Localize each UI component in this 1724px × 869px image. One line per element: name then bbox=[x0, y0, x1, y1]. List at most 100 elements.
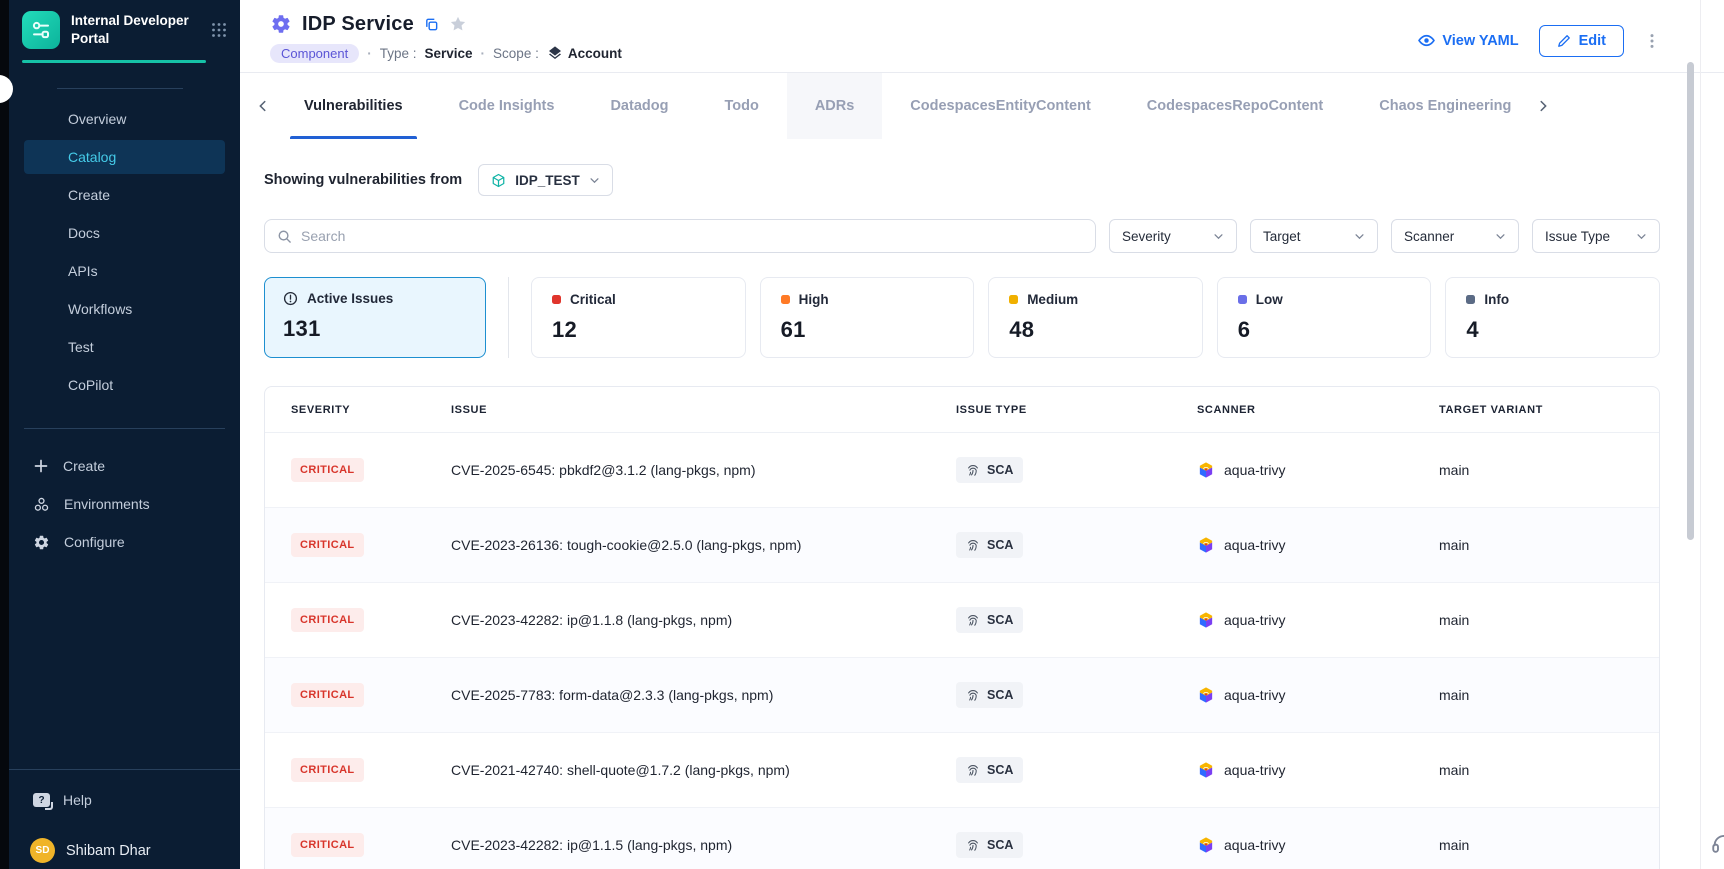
stat-card-active-issues[interactable]: Active Issues 131 bbox=[264, 277, 486, 358]
column-header-target-variant: Target Variant bbox=[1439, 404, 1633, 416]
vertical-scrollbar[interactable] bbox=[1687, 62, 1694, 540]
copy-icon[interactable] bbox=[424, 17, 439, 32]
table-row[interactable]: CRITICAL CVE-2021-42740: shell-quote@1.7… bbox=[265, 733, 1659, 808]
tabs-scroll-right-icon[interactable] bbox=[1530, 73, 1556, 139]
sidebar-action-create[interactable]: Create bbox=[9, 447, 240, 485]
stat-card-low[interactable]: Low 6 bbox=[1217, 277, 1432, 358]
stat-label: Low bbox=[1256, 292, 1283, 307]
vulnerabilities-panel: Showing vulnerabilities from IDP_TEST bbox=[240, 164, 1724, 869]
project-select[interactable]: IDP_TEST bbox=[478, 164, 613, 196]
sidebar-divider bbox=[24, 428, 225, 429]
severity-dot bbox=[1009, 295, 1018, 304]
issue-title: CVE-2025-6545: pbkdf2@3.1.2 (lang-pkgs, … bbox=[451, 462, 956, 478]
separator-dot bbox=[481, 46, 486, 61]
sidebar-item-create[interactable]: Create bbox=[24, 178, 225, 212]
stat-card-medium[interactable]: Medium 48 bbox=[988, 277, 1203, 358]
severity-dot bbox=[781, 295, 790, 304]
issue-type-chip: SCA bbox=[956, 682, 1023, 708]
table-row[interactable]: CRITICAL CVE-2025-7783: form-data@2.3.3 … bbox=[265, 658, 1659, 733]
view-yaml-button[interactable]: View YAML bbox=[1418, 32, 1518, 49]
severity-badge: CRITICAL bbox=[291, 833, 364, 857]
sidebar-action-configure[interactable]: Configure bbox=[9, 523, 240, 561]
issue-title: CVE-2025-7783: form-data@2.3.3 (lang-pkg… bbox=[451, 687, 956, 703]
stat-label: High bbox=[799, 292, 829, 307]
target-variant: main bbox=[1439, 837, 1633, 853]
gear-icon bbox=[33, 534, 50, 551]
column-header-severity: Severity bbox=[291, 404, 451, 416]
stat-value: 48 bbox=[1009, 317, 1182, 343]
severity-badge: CRITICAL bbox=[291, 533, 364, 557]
stat-value: 61 bbox=[781, 317, 954, 343]
tab-label: CodespacesRepoContent bbox=[1147, 98, 1323, 114]
sidebar-action-environments[interactable]: Environments bbox=[9, 485, 240, 523]
sidebar-item-apis[interactable]: APIs bbox=[24, 254, 225, 288]
trivy-scanner-icon bbox=[1197, 686, 1215, 704]
sidebar-item-label: Test bbox=[68, 339, 94, 355]
tab-codespacesentitycontent[interactable]: CodespacesEntityContent bbox=[882, 73, 1118, 139]
stat-label: Critical bbox=[570, 292, 616, 307]
user-menu[interactable]: SD Shibam Dhar bbox=[9, 838, 240, 863]
table-row[interactable]: CRITICAL CVE-2023-42282: ip@1.1.5 (lang-… bbox=[265, 808, 1659, 869]
stat-value: 6 bbox=[1238, 317, 1411, 343]
idp-logo-icon[interactable] bbox=[22, 11, 60, 49]
star-icon[interactable] bbox=[449, 15, 467, 33]
support-headset-icon[interactable] bbox=[1709, 829, 1724, 859]
sidebar-item-docs[interactable]: Docs bbox=[24, 216, 225, 250]
stat-value: 131 bbox=[283, 316, 467, 342]
tab-adrs[interactable]: ADRs bbox=[787, 73, 882, 139]
issue-type-label: SCA bbox=[987, 688, 1013, 702]
help-button[interactable]: ? Help bbox=[9, 792, 240, 808]
issue-type-label: SCA bbox=[987, 763, 1013, 777]
stat-card-info[interactable]: Info 4 bbox=[1445, 277, 1660, 358]
tab-label: Vulnerabilities bbox=[304, 98, 403, 114]
environments-icon bbox=[33, 496, 50, 513]
apps-grid-icon[interactable] bbox=[210, 21, 228, 39]
search-box bbox=[264, 219, 1096, 253]
tab-chaos-engineering[interactable]: Chaos Engineering bbox=[1351, 73, 1530, 139]
sidebar-item-test[interactable]: Test bbox=[24, 330, 225, 364]
filter-target[interactable]: Target bbox=[1250, 219, 1378, 253]
stat-card-high[interactable]: High 61 bbox=[760, 277, 975, 358]
help-label: Help bbox=[63, 792, 92, 808]
type-value: Service bbox=[425, 46, 473, 61]
table-body: CRITICAL CVE-2025-6545: pbkdf2@3.1.2 (la… bbox=[265, 433, 1659, 869]
stat-value: 4 bbox=[1466, 317, 1639, 343]
sidebar-item-workflows[interactable]: Workflows bbox=[24, 292, 225, 326]
sidebar-item-copilot[interactable]: CoPilot bbox=[24, 368, 225, 402]
component-gear-icon bbox=[270, 13, 292, 35]
stat-card-critical[interactable]: Critical 12 bbox=[531, 277, 746, 358]
tab-vulnerabilities[interactable]: Vulnerabilities bbox=[276, 73, 431, 139]
sidebar-action-label: Create bbox=[63, 458, 105, 474]
search-input[interactable] bbox=[301, 228, 1083, 244]
tab-todo[interactable]: Todo bbox=[696, 73, 786, 139]
sidebar-item-label: CoPilot bbox=[68, 377, 113, 393]
sidebar-item-overview[interactable]: Overview bbox=[24, 102, 225, 136]
user-name: Shibam Dhar bbox=[66, 843, 151, 859]
filter-severity[interactable]: Severity bbox=[1109, 219, 1237, 253]
table-row[interactable]: CRITICAL CVE-2025-6545: pbkdf2@3.1.2 (la… bbox=[265, 433, 1659, 508]
vulnerabilities-table: SeverityIssueIssue TypeScannerTarget Var… bbox=[264, 386, 1660, 869]
tab-codespacesrepocontent[interactable]: CodespacesRepoContent bbox=[1119, 73, 1351, 139]
sidebar-item-label: APIs bbox=[68, 263, 98, 279]
alert-circle-icon bbox=[283, 291, 298, 306]
tab-label: Chaos Engineering bbox=[1379, 98, 1511, 114]
sidebar-item-label: Overview bbox=[68, 111, 126, 127]
table-row[interactable]: CRITICAL CVE-2023-42282: ip@1.1.8 (lang-… bbox=[265, 583, 1659, 658]
table-row[interactable]: CRITICAL CVE-2023-26136: tough-cookie@2.… bbox=[265, 508, 1659, 583]
edit-button[interactable]: Edit bbox=[1539, 25, 1624, 57]
stat-label: Medium bbox=[1027, 292, 1078, 307]
target-variant: main bbox=[1439, 612, 1633, 628]
tabs-list: Vulnerabilities Code InsightsDatadogTodoA… bbox=[276, 73, 1530, 139]
tab-code-insights[interactable]: Code Insights bbox=[431, 73, 583, 139]
tab-label: CodespacesEntityContent bbox=[910, 98, 1090, 114]
page-edge-line bbox=[1700, 0, 1701, 869]
filter-scanner[interactable]: Scanner bbox=[1391, 219, 1519, 253]
more-options-icon[interactable] bbox=[1644, 33, 1660, 49]
filter-issue-type[interactable]: Issue Type bbox=[1532, 219, 1660, 253]
scope-label: Scope : bbox=[493, 46, 539, 61]
stat-value: 12 bbox=[552, 317, 725, 343]
stats-divider bbox=[508, 277, 509, 358]
tabs-scroll-left-icon[interactable] bbox=[250, 73, 276, 139]
sidebar-item-catalog[interactable]: Catalog bbox=[24, 140, 225, 174]
tab-datadog[interactable]: Datadog bbox=[582, 73, 696, 139]
